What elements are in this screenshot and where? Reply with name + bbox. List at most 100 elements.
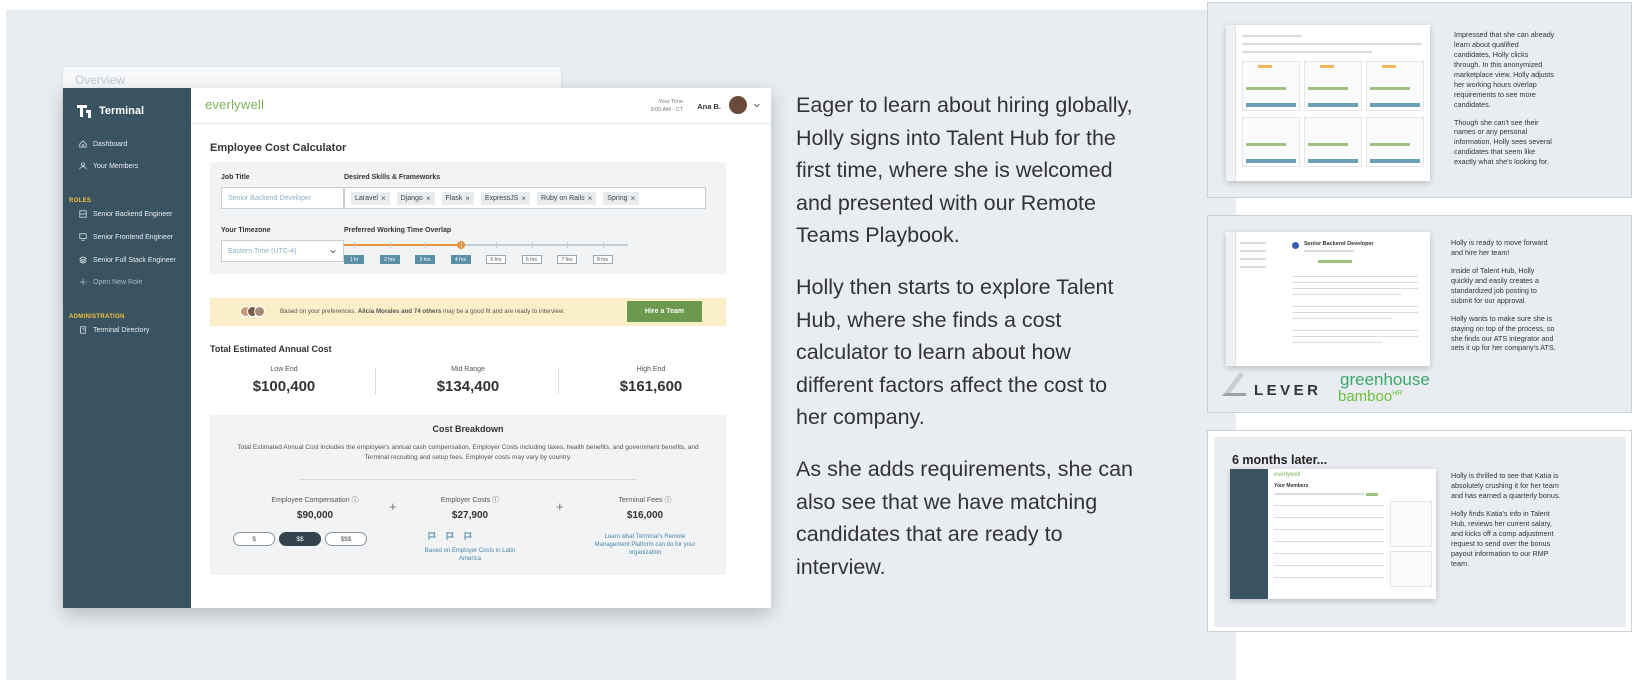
job-title-input[interactable]: Senior Backend Developer [221, 187, 344, 209]
job-posting-thumbnail: Senior Backend Developer [1226, 232, 1430, 366]
skill-tag[interactable]: Laravel × [351, 191, 390, 205]
chevron-down-icon[interactable] [753, 101, 761, 109]
timezone-select[interactable]: Eastern Time (UTC-4) [221, 240, 344, 262]
mid-range-stat: Mid Range $134,400 [393, 366, 543, 395]
close-icon[interactable]: × [426, 194, 431, 203]
marketplace-text: Impressed that she can already learn abo… [1454, 30, 1556, 175]
six-months-text: Holly is thrilled to see that Katia is a… [1451, 471, 1561, 576]
sidebar-item-dashboard[interactable]: Dashboard [79, 140, 127, 148]
banner-prefix: Based on your preferences, [280, 308, 358, 315]
hire-a-team-button[interactable]: Hire a Team [627, 301, 702, 322]
skill-tag[interactable]: Django × [396, 191, 435, 205]
close-icon[interactable]: × [631, 194, 636, 203]
info-icon[interactable]: ⓘ [492, 497, 499, 504]
slider-tick [389, 242, 391, 248]
calculator-form: Job Title Senior Backend Developer Desir… [210, 162, 726, 274]
sidebar-item-label: Dashboard [93, 140, 128, 148]
thumbnail-sidebar [1226, 232, 1236, 366]
skill-tag[interactable]: Spring × [603, 191, 640, 205]
card-paragraph: Inside of Talent Hub, Holly quickly and … [1451, 265, 1539, 305]
sidebar-item-your-members[interactable]: Your Members [79, 162, 138, 170]
bamboo-hr-text: HR [1392, 390, 1403, 397]
stat-value: $100,400 [252, 378, 316, 395]
sidebar-item-open-new-role[interactable]: Open New Role [79, 278, 142, 286]
card-paragraph: Holly finds Katia's info in Talent Hub, … [1451, 508, 1554, 568]
sidebar-item-senior-full-stack[interactable]: Senior Full Stack Engineer [79, 256, 176, 264]
your-time: Your Time 9:00 AM - CT [651, 99, 683, 114]
close-icon[interactable]: × [521, 194, 526, 203]
thumbnail-line [1274, 505, 1384, 506]
thumbnail-skills [1308, 143, 1348, 146]
hour-option[interactable]: 1 hr [344, 255, 364, 264]
skills-label: Desired Skills & Frameworks [344, 174, 441, 181]
server-icon [79, 210, 87, 218]
sidebar-item-senior-frontend[interactable]: Senior Frontend Engineer [79, 233, 173, 241]
slider-fill [344, 244, 461, 246]
thumbnail-skills [1308, 87, 1348, 90]
hour-option[interactable]: 4 hrs [450, 255, 471, 264]
timezone-label: Your Timezone [221, 227, 271, 234]
bamboo-text: bamboo [1338, 388, 1393, 405]
six-months-heading: 6 months later... [1232, 453, 1328, 467]
comp-level-high[interactable]: $$$ [325, 532, 367, 546]
overlap-slider[interactable] [344, 241, 628, 249]
thumbnail-line [1292, 276, 1418, 277]
thumbnail-line [1240, 266, 1266, 268]
hour-option[interactable]: 6 hrs [521, 255, 542, 264]
skill-tag-label: Django [400, 194, 423, 202]
sidebar-item-terminal-directory[interactable]: Terminal Directory [79, 326, 149, 334]
employee-compensation: Employee Compensation ⓘ $90,000 [240, 495, 390, 521]
hour-option[interactable]: 2 hrs [379, 255, 400, 264]
hour-option[interactable]: 8 hrs [592, 255, 613, 264]
thumbnail-line [1242, 35, 1302, 37]
terminal-platform-link[interactable]: Learn what Terminal's Remote Management … [590, 533, 700, 557]
page-title: Employee Cost Calculator [210, 142, 347, 154]
thumbnail-line [1274, 553, 1384, 554]
thumbnail-skills [1246, 143, 1286, 146]
overlap-label: Preferred Working Time Overlap [344, 227, 452, 234]
terminal-fees-value: $16,000 [626, 510, 664, 521]
employer-costs-label: Employer Costs ⓘ [395, 495, 545, 505]
thumbnail-skills [1318, 260, 1352, 263]
skills-input[interactable]: Laravel × Django × Flask × ExpressJS × Ruby … [344, 187, 706, 209]
company-logo-icon [1292, 242, 1299, 249]
thumbnail-badge [1382, 65, 1396, 68]
comp-level-low[interactable]: $ [233, 532, 275, 546]
info-icon[interactable]: ⓘ [352, 497, 359, 504]
employer-costs-note[interactable]: Based on Employer Costs in Latin America [420, 547, 520, 563]
comp-level-mid[interactable]: $$ [279, 532, 321, 546]
job-title-label: Job Title [221, 174, 250, 181]
skill-tag[interactable]: ExpressJS × [480, 191, 531, 205]
plus-icon: + [556, 499, 564, 514]
sidebar-item-label: Senior Frontend Engineer [93, 233, 174, 241]
ats-logos: LEVER greenhouse bambooHR [1216, 368, 1436, 406]
terminal-brand[interactable]: Terminal [75, 102, 144, 120]
skill-tag-label: Laravel [355, 194, 378, 202]
slider-tick [602, 242, 604, 248]
hour-option[interactable]: 5 hrs [486, 255, 506, 264]
thumbnail-upcoming [1390, 551, 1432, 587]
card-paragraph: Though she can't see their names or any … [1454, 117, 1552, 167]
info-icon[interactable]: ⓘ [664, 497, 671, 504]
hire-card: Senior Backend Developer LEVER greenhous… [1207, 215, 1632, 413]
slider-tick [354, 242, 355, 248]
close-icon[interactable]: × [465, 194, 470, 203]
close-icon[interactable]: × [588, 194, 593, 203]
sidebar-item-senior-backend[interactable]: Senior Backend Engineer [79, 210, 172, 218]
skill-tag[interactable]: Flask × [441, 191, 474, 205]
skill-tag[interactable]: Ruby on Rails × [537, 191, 597, 205]
your-members-title: Your Members [1274, 483, 1309, 489]
terminal-fees-label: Terminal Fees ⓘ [570, 495, 720, 505]
sidebar-item-label: Your Members [93, 162, 139, 170]
hour-option[interactable]: 3 hrs [415, 255, 435, 264]
hour-option[interactable]: 7 hrs [557, 255, 577, 264]
user-name[interactable]: Ana B. [697, 102, 721, 111]
overview-label: Overview [75, 73, 126, 87]
stat-value: $161,600 [619, 378, 683, 395]
book-icon [80, 326, 86, 334]
main-content: everlywell Your Time 9:00 AM - CT Ana B.… [191, 88, 771, 608]
thumbnail-skills [1370, 87, 1410, 90]
thumbnail-button [1308, 159, 1358, 163]
avatar[interactable] [729, 96, 747, 114]
close-icon[interactable]: × [381, 194, 386, 203]
